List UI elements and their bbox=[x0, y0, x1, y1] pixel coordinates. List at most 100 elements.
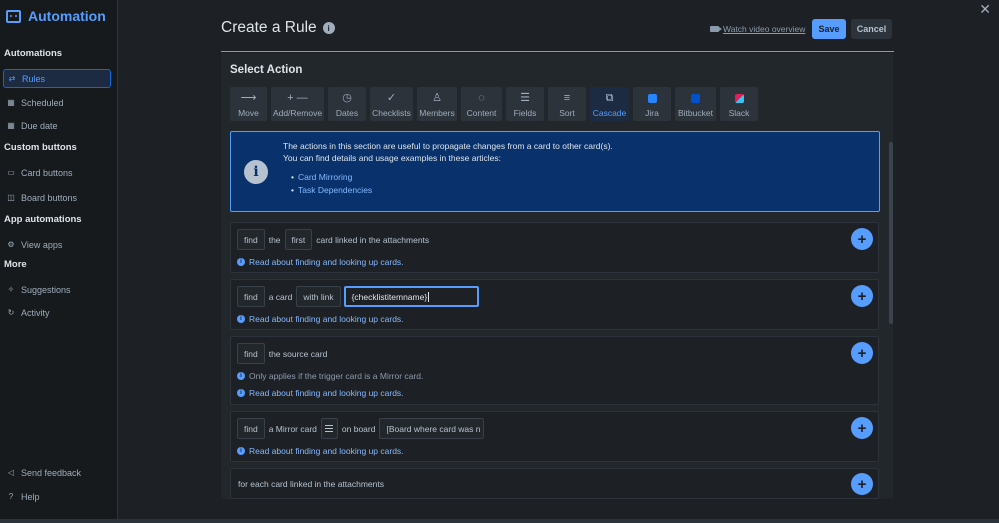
gear-icon: ⚙ bbox=[7, 240, 15, 249]
help-link[interactable]: i Read about finding and looking up card… bbox=[237, 314, 404, 324]
add-action-button[interactable]: + bbox=[851, 473, 873, 495]
link-task-dependencies[interactable]: Task Dependencies bbox=[298, 184, 372, 197]
first-chip[interactable]: first bbox=[284, 229, 313, 250]
static-text: card linked in the attachments bbox=[316, 234, 430, 245]
tab-move[interactable]: ⟶ Move bbox=[230, 87, 267, 121]
info-icon: i bbox=[244, 160, 268, 184]
action-line: find the first card linked in the attach… bbox=[237, 229, 430, 250]
sidebar-item-help[interactable]: ? Help bbox=[3, 487, 111, 506]
board-input[interactable]: [Board where card was n bbox=[379, 418, 485, 439]
scrollbar[interactable] bbox=[889, 142, 893, 324]
close-icon[interactable]: ✕ bbox=[979, 1, 991, 18]
sidebar-item-view-apps[interactable]: ⚙ View apps bbox=[3, 235, 111, 254]
lines-icon: ☰ bbox=[520, 92, 530, 104]
help-link[interactable]: i Read about finding and looking up card… bbox=[237, 446, 404, 456]
action-row: find the first card linked in the attach… bbox=[230, 222, 879, 273]
save-button[interactable]: Save bbox=[812, 19, 846, 39]
sidebar-item-send-feedback[interactable]: ◁ Send feedback bbox=[3, 463, 111, 482]
sidebar-item-label: Board buttons bbox=[21, 192, 78, 203]
sidebar-item-label: Send feedback bbox=[21, 467, 82, 478]
refresh-icon: ↻ bbox=[7, 308, 15, 317]
bitbucket-logo-icon bbox=[691, 94, 700, 103]
jira-logo-icon bbox=[647, 94, 657, 103]
add-action-button[interactable]: + bbox=[851, 228, 873, 250]
header-divider bbox=[221, 51, 894, 52]
person-icon: ♙ bbox=[432, 92, 442, 104]
add-action-button[interactable]: + bbox=[851, 285, 873, 307]
tab-dates[interactable]: ◷ Dates bbox=[328, 87, 366, 121]
tab-cascade[interactable]: ⧉ Cascade bbox=[590, 87, 629, 121]
tab-label: Jira bbox=[645, 108, 659, 118]
static-text: a card bbox=[268, 291, 293, 302]
link-card-mirroring[interactable]: Card Mirroring bbox=[298, 171, 372, 184]
tab-slack[interactable]: Slack bbox=[720, 87, 758, 121]
tab-label: Add/Remove bbox=[272, 108, 323, 118]
tab-fields[interactable]: ☰ Fields bbox=[506, 87, 544, 121]
tab-add-remove[interactable]: + — Add/Remove bbox=[271, 87, 324, 121]
select-action-title: Select Action bbox=[230, 64, 303, 76]
section-automations: Automations bbox=[4, 48, 63, 59]
calendar-icon: ▦ bbox=[7, 98, 15, 107]
help-link-label: Read about finding and looking up cards. bbox=[249, 314, 404, 324]
static-text: on board bbox=[341, 423, 376, 434]
tab-label: Fields bbox=[513, 108, 537, 118]
info-links: Card Mirroring Task Dependencies bbox=[298, 171, 372, 197]
help-link-label: Read about finding and looking up cards. bbox=[249, 257, 404, 267]
help-link[interactable]: i Read about finding and looking up card… bbox=[237, 257, 404, 267]
find-chip[interactable]: find bbox=[237, 343, 265, 364]
sidebar-item-scheduled[interactable]: ▦ Scheduled bbox=[3, 93, 111, 112]
info-icon: i bbox=[237, 372, 245, 380]
with-link-chip[interactable]: with link bbox=[296, 286, 341, 307]
sidebar-item-label: Card buttons bbox=[21, 167, 73, 178]
brand[interactable]: Automation bbox=[6, 8, 106, 24]
sidebar-item-suggestions[interactable]: ✧ Suggestions bbox=[3, 280, 111, 299]
megaphone-icon: ◁ bbox=[7, 468, 15, 477]
cancel-button[interactable]: Cancel bbox=[851, 19, 892, 39]
help-link-label: Read about finding and looking up cards. bbox=[249, 446, 404, 456]
find-chip[interactable]: find bbox=[237, 286, 265, 307]
tab-label: Move bbox=[238, 108, 259, 118]
robot-icon bbox=[6, 9, 21, 23]
action-tabs: ⟶ Move + — Add/Remove ◷ Dates ✓ Checklis… bbox=[230, 87, 758, 121]
arrow-right-icon: ⟶ bbox=[240, 92, 257, 104]
add-action-button[interactable]: + bbox=[851, 342, 873, 364]
section-custom-buttons: Custom buttons bbox=[4, 142, 77, 153]
sidebar-item-label: Help bbox=[21, 491, 40, 502]
tab-content[interactable]: ◌ Content bbox=[461, 87, 502, 121]
find-chip[interactable]: find bbox=[237, 418, 265, 439]
sidebar-item-rules[interactable]: ⇄ Rules bbox=[3, 69, 111, 88]
section-more: More bbox=[4, 259, 27, 270]
action-row: find the source card i Only applies if t… bbox=[230, 336, 879, 405]
tab-bitbucket[interactable]: Bitbucket bbox=[675, 87, 716, 121]
sidebar: Automation Automations ⇄ Rules ▦ Schedul… bbox=[0, 0, 118, 519]
sidebar-item-label: Due date bbox=[21, 120, 58, 131]
action-line: for each card linked in the attachments bbox=[237, 479, 385, 489]
tab-members[interactable]: ♙ Members bbox=[417, 87, 457, 121]
sidebar-item-label: Suggestions bbox=[21, 284, 71, 295]
tab-jira[interactable]: Jira bbox=[633, 87, 671, 121]
tab-label: Bitbucket bbox=[678, 108, 713, 118]
help-link[interactable]: i Read about finding and looking up card… bbox=[237, 388, 404, 398]
tab-checklists[interactable]: ✓ Checklists bbox=[370, 87, 413, 121]
tab-label: Checklists bbox=[372, 108, 411, 118]
sidebar-item-activity[interactable]: ↻ Activity bbox=[3, 303, 111, 322]
sidebar-item-card-buttons[interactable]: ▭ Card buttons bbox=[3, 163, 111, 182]
page-title: Create a Rule i bbox=[221, 19, 335, 37]
note-text: i Only applies if the trigger card is a … bbox=[237, 371, 423, 381]
find-chip[interactable]: find bbox=[237, 229, 265, 250]
add-action-button[interactable]: + bbox=[851, 417, 873, 439]
sidebar-item-label: View apps bbox=[21, 239, 63, 250]
sort-icon: ≡ bbox=[563, 92, 571, 104]
link-input[interactable]: {checklistitemname} bbox=[343, 286, 479, 307]
sidebar-item-due-date[interactable]: ▦ Due date bbox=[3, 116, 111, 135]
watch-video-link[interactable]: Watch video overview bbox=[710, 24, 805, 34]
static-text: the bbox=[268, 234, 281, 245]
list-menu-icon[interactable] bbox=[320, 418, 338, 439]
static-text: for each card linked in the attachments bbox=[238, 479, 384, 489]
sidebar-item-board-buttons[interactable]: ◫ Board buttons bbox=[3, 188, 111, 207]
sparkle-icon: ✧ bbox=[7, 285, 15, 294]
info-icon[interactable]: i bbox=[322, 22, 335, 34]
tab-sort[interactable]: ≡ Sort bbox=[548, 87, 586, 121]
action-row: find a card with link {checklistitemname… bbox=[230, 279, 879, 330]
plus-minus-icon: + — bbox=[287, 92, 308, 104]
